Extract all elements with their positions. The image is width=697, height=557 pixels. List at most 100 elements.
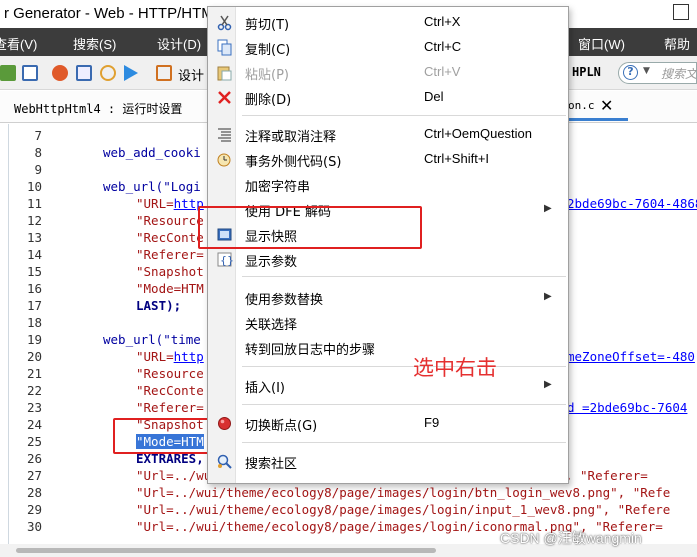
menu-item-correlate-selection[interactable]: 关联选择 — [208, 310, 568, 335]
menu-item-replace-with-parameter[interactable]: 使用参数替换 ▶ — [208, 285, 568, 310]
menu-item-shortcut: Ctrl+X — [424, 14, 461, 29]
code-text: "Referer= — [136, 247, 204, 262]
menu-item-label: 删除(D) — [245, 93, 292, 108]
menu-item-search-community[interactable]: 搜索社区 — [208, 449, 568, 474]
close-icon[interactable]: ✕ — [600, 96, 687, 115]
code-text: "RecConte — [136, 230, 204, 245]
breakpoint-icon — [216, 415, 233, 432]
delete-icon — [216, 89, 233, 106]
code-text: "RecConte — [136, 383, 204, 398]
menu-item-label: 粘贴(P) — [245, 68, 289, 83]
code-text: "Snapshot — [136, 264, 204, 279]
menu-item-label: 显示参数 — [245, 255, 298, 270]
scrollbar-thumb[interactable] — [16, 548, 436, 553]
line-number: 16 — [26, 281, 42, 296]
menu-item-shortcut: Del — [424, 89, 444, 104]
line-number: 28 — [26, 485, 42, 500]
line-number: 11 — [26, 196, 42, 211]
tab-runtime-settings[interactable]: WebHttpHtml4 : 运行时设置 — [14, 100, 182, 117]
menu-item-label: 插入(I) — [245, 381, 285, 396]
annotation-right-click: 选中右击 — [413, 356, 497, 380]
menu-item-delete[interactable]: 删除(D) Del — [208, 85, 568, 110]
menu-item-toggle-comment[interactable]: 注释或取消注释 Ctrl+OemQuestion — [208, 122, 568, 147]
code-text: "Mode=HTM — [136, 281, 204, 296]
refresh-icon[interactable] — [0, 65, 16, 81]
code-text: "URL= — [136, 196, 174, 211]
highlight-box-selection — [113, 418, 213, 454]
play-icon[interactable] — [124, 65, 138, 81]
menu-item-surround-transaction[interactable]: 事务外侧代码(S) Ctrl+Shift+I — [208, 147, 568, 172]
menu-item-goto-replay-log[interactable]: 转到回放日志中的步骤 — [208, 335, 568, 360]
submenu-arrow-icon: ▶ — [544, 291, 552, 302]
line-number: 13 — [26, 230, 42, 245]
highlight-box-snapshot — [198, 206, 422, 249]
code-link[interactable]: d =2bde69bc-7604 — [567, 400, 687, 415]
code-link[interactable]: http — [174, 349, 204, 364]
code-text: "Referer= — [136, 400, 204, 415]
code-text: web_url("time — [103, 332, 201, 347]
code-link[interactable]: meZoneOffset=-480 — [567, 349, 695, 364]
window-title: r Generator - Web - HTTP/HTM — [4, 5, 214, 22]
menu-item-show-parameters[interactable]: {} 显示参数 — [208, 247, 568, 272]
window-icon[interactable] — [22, 65, 38, 81]
menu-item-insert[interactable]: 插入(I) ▶ — [208, 373, 568, 398]
help-icon: ? — [623, 65, 638, 80]
code-line: 28 "Url=../wui/theme/ecology8/page/images… — [0, 485, 697, 502]
line-number: 12 — [26, 213, 42, 228]
menu-separator — [242, 276, 566, 277]
code-text: web_add_cooki — [103, 145, 201, 160]
menu-search[interactable]: 搜索(S) — [73, 34, 116, 53]
line-number: 21 — [26, 366, 42, 381]
design-icon[interactable] — [156, 65, 172, 81]
menu-item-paste[interactable]: 粘贴(P) Ctrl+V — [208, 60, 568, 85]
line-number: 27 — [26, 468, 42, 483]
code-text: web_url("Logi — [103, 179, 201, 194]
menu-separator — [242, 366, 566, 367]
menu-view[interactable]: 查看(V) — [0, 34, 37, 53]
menu-item-encrypt-string[interactable]: 加密字符串 — [208, 172, 568, 197]
code-link[interactable]: 2bde69bc-7604-4868 — [567, 196, 697, 211]
code-text: "Resource — [136, 366, 204, 381]
hpln-button[interactable]: HPLN — [572, 65, 601, 79]
help-search-input[interactable]: ? ▼ 搜索文 — [618, 62, 697, 84]
copy-icon — [216, 39, 233, 56]
menu-item-label: 复制(C) — [245, 43, 291, 58]
watermark: CSDN @汪敏wangmin — [500, 530, 642, 546]
chevron-down-icon[interactable]: ▼ — [643, 66, 650, 76]
menu-separator — [242, 115, 566, 116]
community-search-icon — [216, 453, 233, 470]
line-number: 15 — [26, 264, 42, 279]
menu-item-cut[interactable]: 剪切(T) Ctrl+X — [208, 10, 568, 35]
line-number: 30 — [26, 519, 42, 534]
menu-item-label: 注释或取消注释 — [245, 130, 337, 145]
export-icon[interactable] — [76, 65, 92, 81]
submenu-arrow-icon: ▶ — [544, 379, 552, 390]
menu-item-toggle-breakpoint[interactable]: 切换断点(G) F9 — [208, 411, 568, 436]
line-number: 25 — [26, 434, 42, 449]
code-line: 29 "Url=../wui/theme/ecology8/page/images… — [0, 502, 697, 519]
menu-item-label: 关联选择 — [245, 318, 298, 333]
design-label[interactable]: 设计 — [178, 65, 204, 84]
menu-window[interactable]: 窗口(W) — [578, 34, 625, 53]
replay-settings-icon[interactable] — [100, 65, 116, 81]
line-number: 14 — [26, 247, 42, 262]
line-number: 8 — [34, 145, 42, 160]
menu-item-copy[interactable]: 复制(C) Ctrl+C — [208, 35, 568, 60]
code-text: LAST); — [136, 298, 182, 313]
paste-icon — [216, 64, 233, 81]
menu-item-shortcut: Ctrl+Shift+I — [424, 151, 490, 166]
help-search-placeholder: 搜索文 — [661, 67, 697, 81]
menu-help[interactable]: 帮助 — [664, 34, 690, 53]
menu-item-label: 使用参数替换 — [245, 293, 324, 308]
code-text: "Resource — [136, 213, 204, 228]
menu-item-label: 加密字符串 — [245, 180, 311, 195]
line-number: 29 — [26, 502, 42, 517]
maximize-icon[interactable] — [673, 4, 689, 20]
line-number: 9 — [34, 162, 42, 177]
record-icon[interactable] — [52, 65, 68, 81]
submenu-arrow-icon: ▶ — [544, 203, 552, 214]
menu-item-shortcut: Ctrl+V — [424, 64, 461, 79]
line-number: 10 — [26, 179, 42, 194]
line-number: 18 — [26, 315, 42, 330]
menu-design[interactable]: 设计(D) — [157, 34, 201, 53]
